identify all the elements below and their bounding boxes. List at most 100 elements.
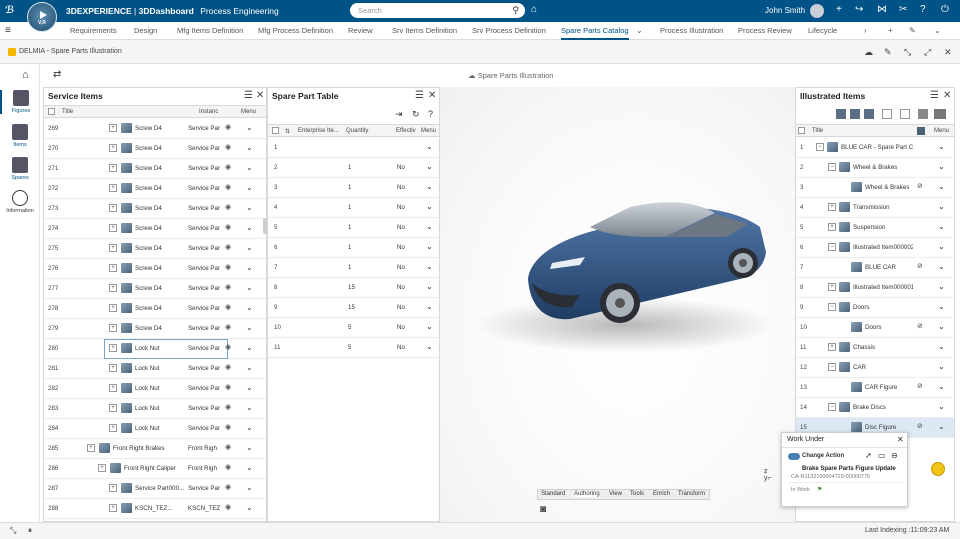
hide-figure-icon[interactable]: ⊘ xyxy=(917,382,923,390)
add-tab-icon[interactable]: + xyxy=(888,26,893,35)
expand-icon[interactable]: + xyxy=(109,304,117,312)
table-row[interactable]: 280 + Lock Nut Service Par ◉ ⌄ xyxy=(44,339,266,359)
col-menu[interactable]: Menu xyxy=(934,128,949,134)
illustrated-close-icon[interactable]: ✕ xyxy=(943,90,951,101)
expand-icon[interactable]: + xyxy=(109,164,117,172)
work-under-close-icon[interactable]: ✕ xyxy=(897,435,904,444)
share-icon[interactable]: ↪ xyxy=(855,4,863,15)
document-icon[interactable]: ▭ xyxy=(878,451,886,460)
row-menu-chevron-icon[interactable]: ⌄ xyxy=(246,323,253,332)
table-row[interactable]: 8 15 No ⌄ xyxy=(268,278,439,298)
table-row[interactable]: 6 − Illustrated Item000002 ⌄ xyxy=(796,238,954,258)
row-menu-chevron-icon[interactable]: ⌄ xyxy=(938,262,945,271)
row-quantity[interactable]: 15 xyxy=(348,284,355,291)
expand-icon[interactable]: + xyxy=(109,324,117,332)
help-circle-icon[interactable]: ? xyxy=(428,109,433,119)
row-menu-chevron-icon[interactable]: ⌄ xyxy=(938,362,945,371)
hide-figure-icon[interactable]: ⊘ xyxy=(917,322,923,330)
table-row[interactable]: 277 + Screw D4 Service Par ◉ ⌄ xyxy=(44,279,266,299)
row-quantity[interactable]: 1 xyxy=(348,224,351,231)
toolbar-frame-icon[interactable] xyxy=(882,109,892,119)
hide-figure-icon[interactable]: ⊘ xyxy=(917,422,923,430)
car-model[interactable] xyxy=(440,87,796,522)
table-row[interactable]: 5 + Suspension ⌄ xyxy=(796,218,954,238)
row-menu-chevron-icon[interactable]: ⌄ xyxy=(938,382,945,391)
expand-icon[interactable]: + xyxy=(109,384,117,392)
expand-icon[interactable]: − xyxy=(828,303,836,311)
toolbar-list-icon[interactable] xyxy=(918,109,928,119)
table-row[interactable]: 11 5 No ⌄ xyxy=(268,338,439,358)
viewer-tab-tools[interactable]: Tools xyxy=(630,491,644,497)
panel-menu-icon[interactable]: ☰ xyxy=(930,90,939,101)
table-row[interactable]: 284 + Lock Nut Service Par ◉ ⌄ xyxy=(44,419,266,439)
hide-figure-icon[interactable]: ⊘ xyxy=(917,262,923,270)
3d-viewer[interactable] xyxy=(440,87,796,522)
row-menu-chevron-icon[interactable]: ⌄ xyxy=(426,142,433,151)
viewer-tab-transform[interactable]: Transform xyxy=(678,491,705,497)
row-menu-chevron-icon[interactable]: ⌄ xyxy=(426,222,433,231)
toolbar-settings-icon[interactable] xyxy=(934,109,946,119)
cursor-icon[interactable]: ➚ xyxy=(865,451,872,460)
tab-mfg-process-definition[interactable]: Mfg Process Definition xyxy=(258,22,333,40)
tab-srv-items-definition[interactable]: Srv Items Definition xyxy=(392,22,457,40)
expand-icon[interactable]: + xyxy=(87,444,95,452)
col-menu[interactable]: Menu xyxy=(421,128,436,134)
table-row[interactable]: 7 1 No ⌄ xyxy=(268,258,439,278)
home-icon[interactable]: ⌂ xyxy=(22,69,29,81)
tab-process-illustration[interactable]: Process Illustration xyxy=(660,22,723,40)
table-row[interactable]: 4 1 No ⌄ xyxy=(268,198,439,218)
viewer-tab-view[interactable]: View xyxy=(609,491,622,497)
table-row[interactable]: 3 Wheel & Brakes ⊘ ⌄ xyxy=(796,178,954,198)
row-menu-chevron-icon[interactable]: ⌄ xyxy=(938,142,945,151)
visibility-eye-icon[interactable]: ◉ xyxy=(225,323,231,331)
visibility-eye-icon[interactable]: ◉ xyxy=(225,303,231,311)
row-quantity[interactable]: 1 xyxy=(348,264,351,271)
cloud-icon[interactable]: ☁ xyxy=(864,47,873,58)
restore-icon[interactable]: ⤡ xyxy=(904,47,911,58)
visibility-eye-icon[interactable]: ◉ xyxy=(225,403,231,411)
tab-spare-parts-catalog[interactable]: Spare Parts Catalog xyxy=(561,22,629,40)
select-all-checkbox[interactable] xyxy=(272,127,279,134)
panel-menu-icon[interactable]: ☰ xyxy=(415,90,424,101)
export-icon[interactable]: ⇥ xyxy=(395,109,403,120)
row-menu-chevron-icon[interactable]: ⌄ xyxy=(246,483,253,492)
row-menu-chevron-icon[interactable]: ⌄ xyxy=(246,363,253,372)
left-items-button[interactable]: Items xyxy=(0,124,40,148)
row-menu-chevron-icon[interactable]: ⌄ xyxy=(246,283,253,292)
search-input[interactable]: Search ⚲ xyxy=(350,3,525,18)
tab-requirements[interactable]: Requirements xyxy=(70,22,117,40)
close-app-icon[interactable]: ✕ xyxy=(944,47,952,58)
table-row[interactable]: 279 + Screw D4 Service Par ◉ ⌄ xyxy=(44,319,266,339)
expand-icon[interactable]: + xyxy=(109,184,117,192)
visibility-eye-icon[interactable]: ◉ xyxy=(225,443,231,451)
select-all-checkbox[interactable] xyxy=(48,108,55,115)
row-menu-chevron-icon[interactable]: ⌄ xyxy=(426,182,433,191)
select-all-checkbox[interactable] xyxy=(798,127,805,134)
table-row[interactable]: 270 + Screw D4 Service Par ◉ ⌄ xyxy=(44,139,266,159)
refresh-icon[interactable]: ↻ xyxy=(412,109,420,120)
row-menu-chevron-icon[interactable]: ⌄ xyxy=(246,383,253,392)
row-menu-chevron-icon[interactable]: ⌄ xyxy=(426,322,433,331)
visibility-eye-icon[interactable]: ◉ xyxy=(225,483,231,491)
visibility-eye-icon[interactable]: ◉ xyxy=(225,123,231,131)
row-menu-chevron-icon[interactable]: ⌄ xyxy=(246,223,253,232)
tools-icon[interactable]: ✂ xyxy=(899,4,907,15)
expand-icon[interactable]: + xyxy=(828,283,836,291)
change-action-title[interactable]: Brake Spare Parts Figure Update xyxy=(802,466,896,472)
network-icon[interactable]: ⋈ xyxy=(877,4,887,15)
visibility-eye-icon[interactable]: ◉ xyxy=(225,183,231,191)
row-menu-chevron-icon[interactable]: ⌄ xyxy=(426,282,433,291)
change-action-toggle[interactable] xyxy=(788,453,800,460)
expand-icon[interactable]: + xyxy=(109,244,117,252)
visibility-eye-icon[interactable]: ◉ xyxy=(225,343,231,351)
tab-srv-process-definition[interactable]: Srv Process Definition xyxy=(472,22,546,40)
row-menu-chevron-icon[interactable]: ⌄ xyxy=(246,183,253,192)
table-row[interactable]: 4 + Transmission ⌄ xyxy=(796,198,954,218)
row-menu-chevron-icon[interactable]: ⌄ xyxy=(246,163,253,172)
visibility-eye-icon[interactable]: ◉ xyxy=(225,203,231,211)
row-quantity[interactable]: 5 xyxy=(348,344,351,351)
row-menu-chevron-icon[interactable]: ⌄ xyxy=(426,242,433,251)
table-row[interactable]: 5 1 No ⌄ xyxy=(268,218,439,238)
table-row[interactable]: 288 + KSCN_TEZ... KSCN_TEZ ◉ ⌄ xyxy=(44,499,266,519)
row-menu-chevron-icon[interactable]: ⌄ xyxy=(246,423,253,432)
